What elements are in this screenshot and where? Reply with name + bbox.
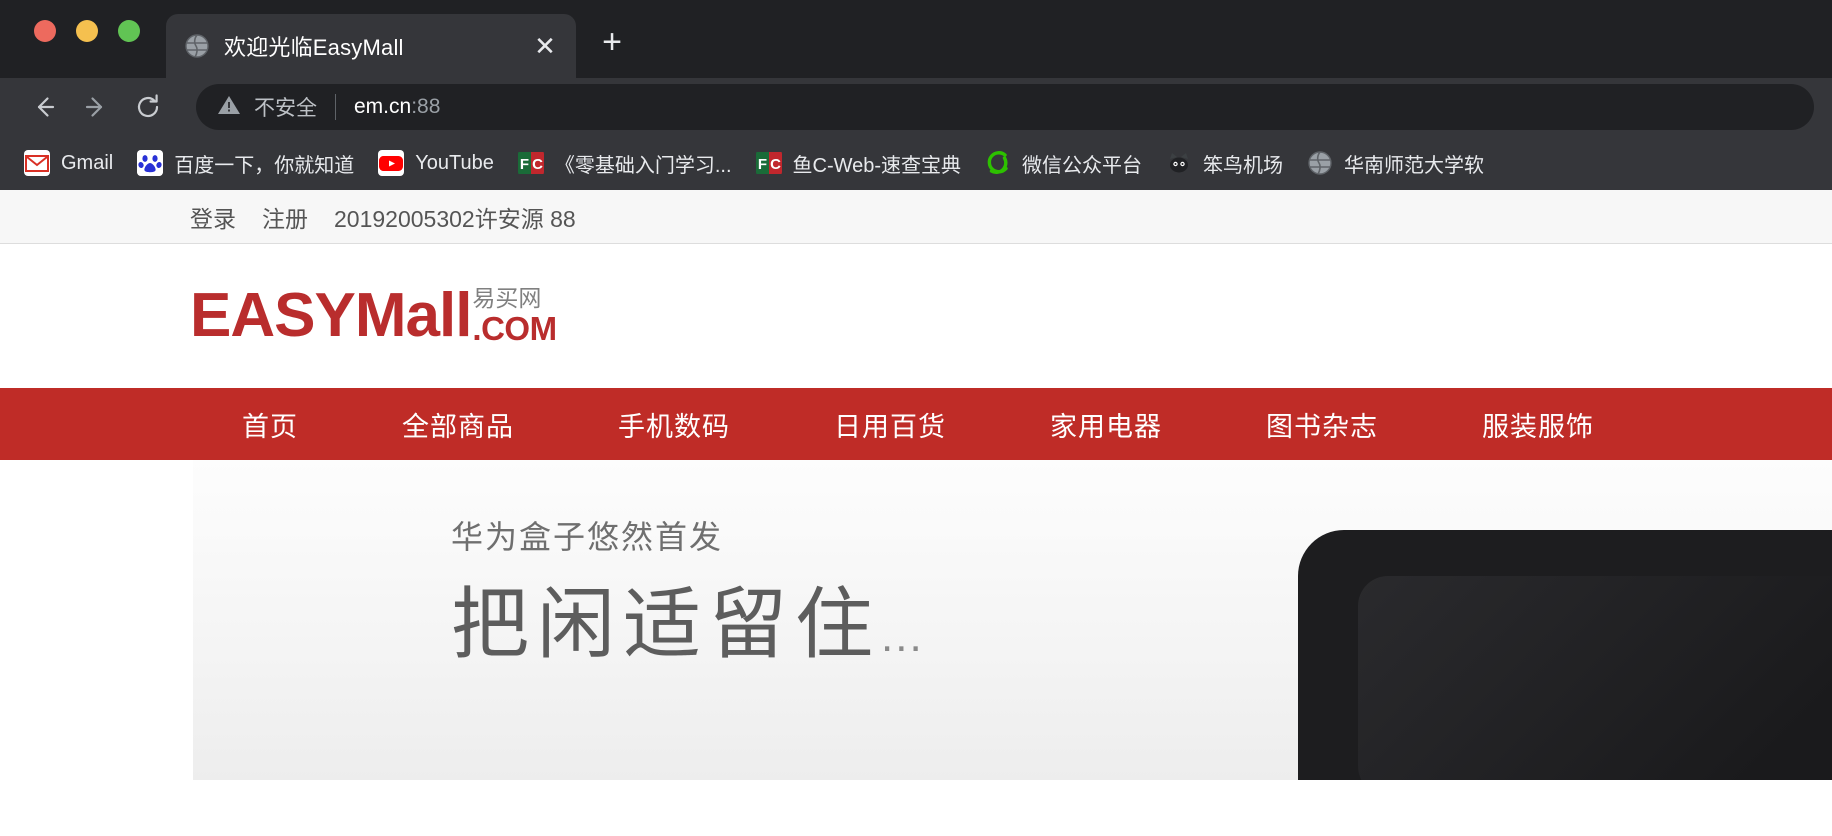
site-logo[interactable]: EASYMall 易买网 .COM xyxy=(190,285,557,347)
gmail-icon xyxy=(24,150,50,176)
address-bar[interactable]: 不安全 em.cn:88 xyxy=(196,84,1814,130)
nav-item-books-magazines[interactable]: 图书杂志 xyxy=(1214,388,1430,460)
window-close-button[interactable] xyxy=(34,20,56,42)
cat-icon xyxy=(1166,150,1192,176)
logo-suffix: 易买网 .COM xyxy=(472,285,557,347)
browser-window: 欢迎光临EasyMall ✕ + 不安全 em.cn:88 Gmail 百度一下… xyxy=(0,0,1832,836)
bookmark-label: 《零基础入门学习... xyxy=(554,154,732,177)
globe-icon xyxy=(1307,150,1333,176)
fishc-icon: F C xyxy=(755,150,782,176)
nav-item-mobile-digital[interactable]: 手机数码 xyxy=(566,388,782,460)
main-navigation: 首页 全部商品 手机数码 日用百货 家用电器 图书杂志 服装服饰 xyxy=(0,388,1832,460)
page-content: 登录 注册 20192005302许安源 88 EASYMall 易买网 .CO… xyxy=(0,190,1832,780)
svg-text:C: C xyxy=(532,156,543,173)
register-link[interactable]: 注册 xyxy=(262,200,308,234)
window-minimize-button[interactable] xyxy=(76,20,98,42)
nav-item-daily-goods[interactable]: 日用百货 xyxy=(782,388,998,460)
bookmark-label: 笨鸟机场 xyxy=(1203,154,1284,177)
close-icon[interactable]: ✕ xyxy=(528,33,562,59)
promo-banner[interactable]: 华为盒子悠然首发 把闲适留住... xyxy=(0,460,1832,780)
banner-ellipsis: ... xyxy=(881,612,924,661)
warning-triangle-icon xyxy=(216,92,242,123)
reload-icon[interactable] xyxy=(122,85,174,129)
nav-item-home[interactable]: 首页 xyxy=(190,388,350,460)
bookmark-wechat-mp[interactable]: 微信公众平台 xyxy=(975,143,1152,183)
address-bar-url: em.cn:88 xyxy=(354,95,440,119)
bookmark-benniao[interactable]: 笨鸟机场 xyxy=(1156,143,1293,183)
tab-active[interactable]: 欢迎光临EasyMall ✕ xyxy=(166,14,576,78)
bookmark-fishc-web[interactable]: F C 鱼C-Web-速查宝典 xyxy=(746,143,972,183)
banner-product-device xyxy=(1298,530,1832,780)
banner-image: 华为盒子悠然首发 把闲适留住... xyxy=(193,460,1832,780)
window-controls xyxy=(34,20,140,42)
banner-title: 把闲适留住... xyxy=(451,562,924,674)
forward-arrow-icon[interactable] xyxy=(70,85,122,129)
bookmark-gmail[interactable]: Gmail xyxy=(14,143,123,183)
login-link[interactable]: 登录 xyxy=(190,200,236,234)
banner-subtitle: 华为盒子悠然首发 xyxy=(451,519,724,555)
security-status-text: 不安全 xyxy=(254,97,317,120)
url-port: :88 xyxy=(411,95,441,118)
nav-item-all-products[interactable]: 全部商品 xyxy=(350,388,566,460)
bookmark-label: Gmail xyxy=(61,151,114,174)
url-host: em.cn xyxy=(354,95,412,118)
topbar-links: 登录 注册 20192005302许安源 88 xyxy=(190,200,576,234)
bookmark-label: 华南师范大学软 xyxy=(1344,154,1485,177)
bookmarks-bar: Gmail 百度一下，你就知道 YouTube F C 《零基础入门学习... … xyxy=(0,136,1832,190)
site-topbar: 登录 注册 20192005302许安源 88 xyxy=(0,190,1832,244)
logo-text: EASYMall xyxy=(190,281,472,350)
fishc-icon: F C xyxy=(517,150,544,176)
new-tab-button[interactable]: + xyxy=(592,24,632,64)
tab-strip: 欢迎光临EasyMall ✕ + xyxy=(0,0,1832,78)
bookmark-youtube[interactable]: YouTube xyxy=(368,143,504,183)
svg-text:C: C xyxy=(770,156,781,173)
bookmark-scnu[interactable]: 华南师范大学软 xyxy=(1297,143,1494,183)
nav-item-home-appliance[interactable]: 家用电器 xyxy=(998,388,1214,460)
bookmark-label: 百度一下，你就知道 xyxy=(174,154,355,177)
logo-dotcom: .COM xyxy=(472,310,557,347)
bookmark-label: YouTube xyxy=(415,151,494,174)
browser-toolbar: 不安全 em.cn:88 xyxy=(0,78,1832,136)
svg-text:F: F xyxy=(757,156,766,173)
tab-title: 欢迎光临EasyMall xyxy=(224,35,404,60)
baidu-icon xyxy=(137,150,164,176)
svg-text:F: F xyxy=(520,156,529,173)
banner-title-text: 把闲适留住 xyxy=(451,580,882,668)
omnibox-divider xyxy=(335,94,336,120)
bookmark-baidu[interactable]: 百度一下，你就知道 xyxy=(127,143,364,183)
bookmark-fishc-book[interactable]: F C 《零基础入门学习... xyxy=(508,143,742,183)
browser-chrome: 欢迎光临EasyMall ✕ + 不安全 em.cn:88 Gmail 百度一下… xyxy=(0,0,1832,190)
globe-icon xyxy=(184,33,210,59)
current-user-label: 20192005302许安源 88 xyxy=(334,205,576,232)
window-maximize-button[interactable] xyxy=(118,20,140,42)
bookmark-label: 微信公众平台 xyxy=(1022,154,1143,177)
site-header: EASYMall 易买网 .COM 搜 索 xyxy=(0,244,1832,614)
logo-chinese-name: 易买网 xyxy=(472,285,542,311)
back-arrow-icon[interactable] xyxy=(18,85,70,129)
bookmark-label: 鱼C-Web-速查宝典 xyxy=(792,154,962,177)
nav-item-clothing[interactable]: 服装服饰 xyxy=(1430,388,1646,460)
wechat-icon xyxy=(985,150,1011,176)
youtube-icon xyxy=(378,150,405,176)
nav-items: 首页 全部商品 手机数码 日用百货 家用电器 图书杂志 服装服饰 xyxy=(190,388,1646,460)
